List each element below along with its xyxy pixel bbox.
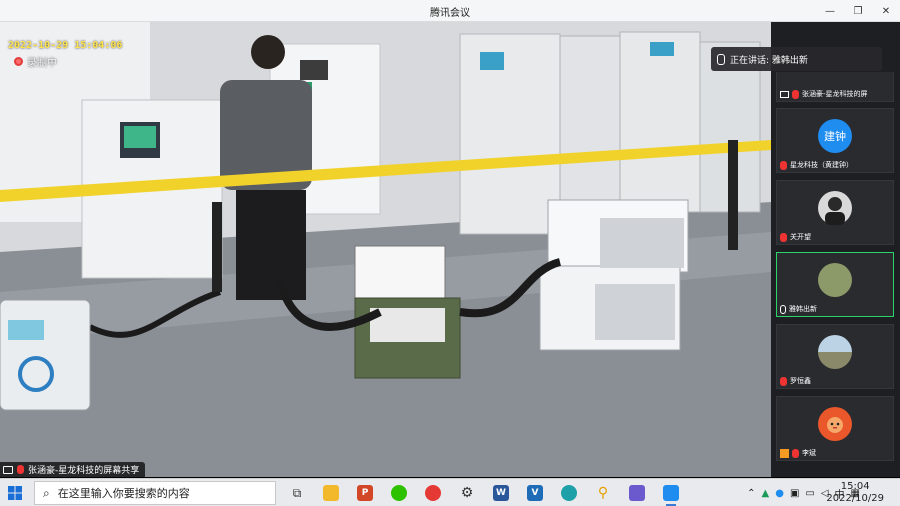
powerpoint-button[interactable]: P (348, 479, 382, 506)
participant-tile[interactable]: 建钟 星龙科技（黄建钟） (776, 108, 894, 173)
mic-muted-icon (780, 160, 787, 170)
mic-muted-icon (792, 448, 799, 458)
edge-button[interactable] (552, 479, 586, 506)
microphone-icon (780, 304, 786, 314)
shield-icon[interactable]: ▣ (790, 488, 799, 499)
task-view-button[interactable]: ⧉ (280, 479, 314, 506)
tencent-meeting-button[interactable] (654, 479, 688, 506)
participant-tile[interactable]: 罗恒鑫 (776, 324, 894, 389)
mic-muted-icon (792, 89, 799, 99)
settings-button[interactable]: ⚙ (450, 479, 484, 506)
edge-icon (561, 485, 577, 501)
avatar-image (825, 197, 845, 225)
participant-tile[interactable]: 张涵豪-星龙科技的屏 (776, 72, 894, 102)
app-red-button[interactable] (416, 479, 450, 506)
participant-tile[interactable]: 关开望 (776, 180, 894, 245)
recording-timestamp: 2022-10-29 15:04:06 (8, 40, 123, 51)
participant-label: 李斌 (780, 448, 816, 458)
speaking-label: 正在讲话: 雅韩出新 (730, 55, 808, 66)
minimize-icon: — (825, 5, 835, 17)
app-icon: V (527, 485, 543, 501)
title-bar: 腾讯会议 — ❐ ✕ (0, 0, 900, 22)
screen-share-caption-label: 张涵豪-星龙科技的屏幕共享 (28, 466, 140, 476)
mic-muted-icon (780, 376, 787, 386)
microphone-icon (717, 53, 725, 65)
photos-button[interactable] (620, 479, 654, 506)
participant-name: 关开望 (790, 233, 811, 241)
avatar (818, 407, 852, 441)
word-icon: W (493, 485, 509, 501)
participant-tile-active-speaker[interactable]: 雅韩出新 (776, 252, 894, 317)
participant-name: 罗恒鑫 (790, 377, 811, 385)
network-icon[interactable]: ▭ (805, 488, 814, 499)
task-view-icon: ⧉ (292, 485, 302, 500)
record-icon (14, 57, 23, 66)
search-placeholder: 在这里输入你要搜索的内容 (57, 487, 190, 500)
photos-icon (629, 485, 645, 501)
participant-label: 星龙科技（黄建钟） (780, 160, 853, 170)
wechat-tray-icon[interactable]: ● (775, 488, 784, 499)
close-icon: ✕ (881, 5, 891, 17)
windows-start-icon[interactable] (8, 486, 22, 500)
participant-name: 李斌 (802, 449, 816, 457)
window-title: 腾讯会议 (430, 8, 470, 19)
participant-name: 张涵豪-星龙科技的屏 (802, 90, 868, 98)
chevron-up-icon[interactable]: ⌃ (747, 488, 755, 499)
tencent-meeting-icon (663, 485, 679, 501)
wechat-icon (391, 485, 407, 501)
taskbar: ⌕ 在这里输入你要搜索的内容 ⧉ P ⚙ W V ⚲ ⌃ ▲ ● ▣ ▭ ◁ 中… (0, 478, 900, 506)
user-icon (780, 448, 789, 458)
participant-tile[interactable]: 李斌 (776, 396, 894, 461)
maximize-icon: ❐ (853, 5, 863, 17)
app-icon (425, 485, 441, 501)
file-explorer-button[interactable] (314, 479, 348, 506)
mic-muted-icon (780, 232, 787, 242)
participant-name: 星龙科技（黄建钟） (790, 161, 853, 169)
word-button[interactable]: W (484, 479, 518, 506)
avatar: 建钟 (818, 119, 852, 153)
main-video[interactable]: 2022-10-29 15:04:06 录制中 张涵豪-星龙科技的屏幕共享 (0, 22, 771, 477)
recording-status: 录制中 (14, 54, 57, 69)
avatar (818, 191, 852, 225)
folder-icon (323, 485, 339, 501)
recording-status-label: 录制中 (27, 58, 57, 69)
screen-share-caption: 张涵豪-星龙科技的屏幕共享 (0, 462, 146, 477)
search-icon: ⌕ (43, 485, 50, 500)
participant-label: 关开望 (780, 232, 811, 242)
tiger-avatar-icon (827, 417, 843, 433)
clock-time: 15:04 (840, 481, 870, 492)
maximize-button[interactable]: ❐ (844, 0, 872, 22)
clock[interactable]: 15:04 2022/10/29 (826, 481, 884, 505)
wechat-button[interactable] (382, 479, 416, 506)
search-app-button[interactable]: ⚲ (586, 479, 620, 506)
app-tray-icon[interactable]: ▲ (762, 488, 770, 499)
app-blue-button[interactable]: V (518, 479, 552, 506)
screen-share-icon (780, 90, 789, 98)
speaking-indicator: 正在讲话: 雅韩出新 (711, 47, 882, 71)
participant-label: 罗恒鑫 (780, 376, 811, 386)
participant-name: 雅韩出新 (789, 305, 817, 313)
clock-date: 2022/10/29 (826, 493, 884, 504)
participant-label: 雅韩出新 (780, 304, 817, 314)
video-scene-image (0, 22, 771, 477)
avatar (818, 335, 852, 369)
taskbar-search-box[interactable]: ⌕ 在这里输入你要搜索的内容 (34, 481, 276, 505)
gear-icon: ⚙ (460, 485, 474, 501)
avatar (818, 263, 852, 297)
mic-muted-icon (17, 465, 24, 474)
screen-share-icon (3, 465, 13, 474)
close-button[interactable]: ✕ (872, 0, 900, 22)
powerpoint-icon: P (357, 485, 373, 501)
participant-label: 张涵豪-星龙科技的屏 (780, 89, 868, 99)
minimize-button[interactable]: — (816, 0, 844, 22)
magnifier-icon: ⚲ (597, 485, 609, 501)
